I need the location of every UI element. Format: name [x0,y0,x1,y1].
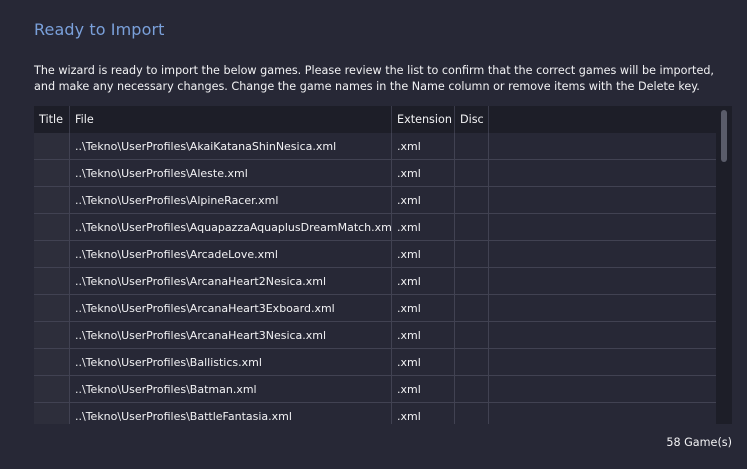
scrollbar-thumb[interactable] [721,110,727,162]
cell-filler [489,322,716,348]
vertical-scrollbar[interactable] [716,106,732,424]
table-row[interactable]: ..\Tekno\UserProfiles\Aleste.xml .xml [34,160,716,187]
cell-disc[interactable] [455,187,489,213]
page-description: The wizard is ready to import the below … [34,64,714,93]
cell-title[interactable] [34,187,70,213]
cell-extension[interactable]: .xml [392,214,455,240]
cell-filler [489,376,716,402]
cell-extension[interactable]: .xml [392,268,455,294]
cell-title[interactable] [34,295,70,321]
cell-file[interactable]: ..\Tekno\UserProfiles\ArcanaHeart3Exboar… [70,295,392,321]
cell-filler [489,268,716,294]
cell-filler [489,160,716,186]
cell-extension[interactable]: .xml [392,187,455,213]
cell-filler [489,295,716,321]
cell-disc[interactable] [455,295,489,321]
cell-disc[interactable] [455,268,489,294]
cell-extension[interactable]: .xml [392,322,455,348]
cell-disc[interactable] [455,403,489,424]
cell-title[interactable] [34,133,70,159]
table-row[interactable]: ..\Tekno\UserProfiles\Batman.xml .xml [34,376,716,403]
table-row[interactable]: ..\Tekno\UserProfiles\ArcanaHeart3Exboar… [34,295,716,322]
cell-disc[interactable] [455,322,489,348]
grid-header: Title File Extension Disc [34,106,716,133]
table-row[interactable]: ..\Tekno\UserProfiles\AquapazzaAquaplusD… [34,214,716,241]
grid-rows: ..\Tekno\UserProfiles\AkaiKatanaShinNesi… [34,133,716,424]
cell-filler [489,403,716,424]
page-title: Ready to Import [34,20,165,39]
cell-filler [489,214,716,240]
cell-file[interactable]: ..\Tekno\UserProfiles\AkaiKatanaShinNesi… [70,133,392,159]
cell-filler [489,187,716,213]
column-header-extension[interactable]: Extension [392,106,455,133]
cell-filler [489,133,716,159]
cell-title[interactable] [34,322,70,348]
table-row[interactable]: ..\Tekno\UserProfiles\ArcanaHeart3Nesica… [34,322,716,349]
cell-extension[interactable]: .xml [392,241,455,267]
column-header-disc[interactable]: Disc [455,106,489,133]
table-row[interactable]: ..\Tekno\UserProfiles\ArcanaHeart2Nesica… [34,268,716,295]
games-grid[interactable]: Title File Extension Disc ..\Tekno\UserP… [34,106,732,424]
cell-file[interactable]: ..\Tekno\UserProfiles\ArcanaHeart3Nesica… [70,322,392,348]
cell-title[interactable] [34,403,70,424]
import-wizard-page: Ready to Import The wizard is ready to i… [0,0,747,469]
cell-file[interactable]: ..\Tekno\UserProfiles\Batman.xml [70,376,392,402]
cell-filler [489,241,716,267]
cell-filler [489,349,716,375]
cell-file[interactable]: ..\Tekno\UserProfiles\Aleste.xml [70,160,392,186]
cell-title[interactable] [34,268,70,294]
cell-extension[interactable]: .xml [392,295,455,321]
cell-extension[interactable]: .xml [392,160,455,186]
cell-disc[interactable] [455,241,489,267]
cell-disc[interactable] [455,133,489,159]
cell-disc[interactable] [455,376,489,402]
table-row[interactable]: ..\Tekno\UserProfiles\AkaiKatanaShinNesi… [34,133,716,160]
cell-extension[interactable]: .xml [392,403,455,424]
cell-title[interactable] [34,376,70,402]
cell-file[interactable]: ..\Tekno\UserProfiles\ArcanaHeart2Nesica… [70,268,392,294]
cell-file[interactable]: ..\Tekno\UserProfiles\BattleFantasia.xml [70,403,392,424]
cell-disc[interactable] [455,349,489,375]
cell-file[interactable]: ..\Tekno\UserProfiles\ArcadeLove.xml [70,241,392,267]
cell-file[interactable]: ..\Tekno\UserProfiles\AquapazzaAquaplusD… [70,214,392,240]
column-header-filler [489,106,716,133]
cell-extension[interactable]: .xml [392,376,455,402]
cell-title[interactable] [34,349,70,375]
table-row[interactable]: ..\Tekno\UserProfiles\AlpineRacer.xml .xm… [34,187,716,214]
cell-title[interactable] [34,214,70,240]
game-count: 58 Game(s) [666,436,732,449]
cell-file[interactable]: ..\Tekno\UserProfiles\AlpineRacer.xml [70,187,392,213]
cell-title[interactable] [34,160,70,186]
cell-extension[interactable]: .xml [392,133,455,159]
column-header-file[interactable]: File [70,106,392,133]
table-row[interactable]: ..\Tekno\UserProfiles\BattleFantasia.xml… [34,403,716,424]
column-header-title[interactable]: Title [34,106,70,133]
cell-extension[interactable]: .xml [392,349,455,375]
table-row[interactable]: ..\Tekno\UserProfiles\Ballistics.xml .xml [34,349,716,376]
cell-file[interactable]: ..\Tekno\UserProfiles\Ballistics.xml [70,349,392,375]
table-row[interactable]: ..\Tekno\UserProfiles\ArcadeLove.xml .xml [34,241,716,268]
cell-disc[interactable] [455,160,489,186]
cell-title[interactable] [34,241,70,267]
cell-disc[interactable] [455,214,489,240]
